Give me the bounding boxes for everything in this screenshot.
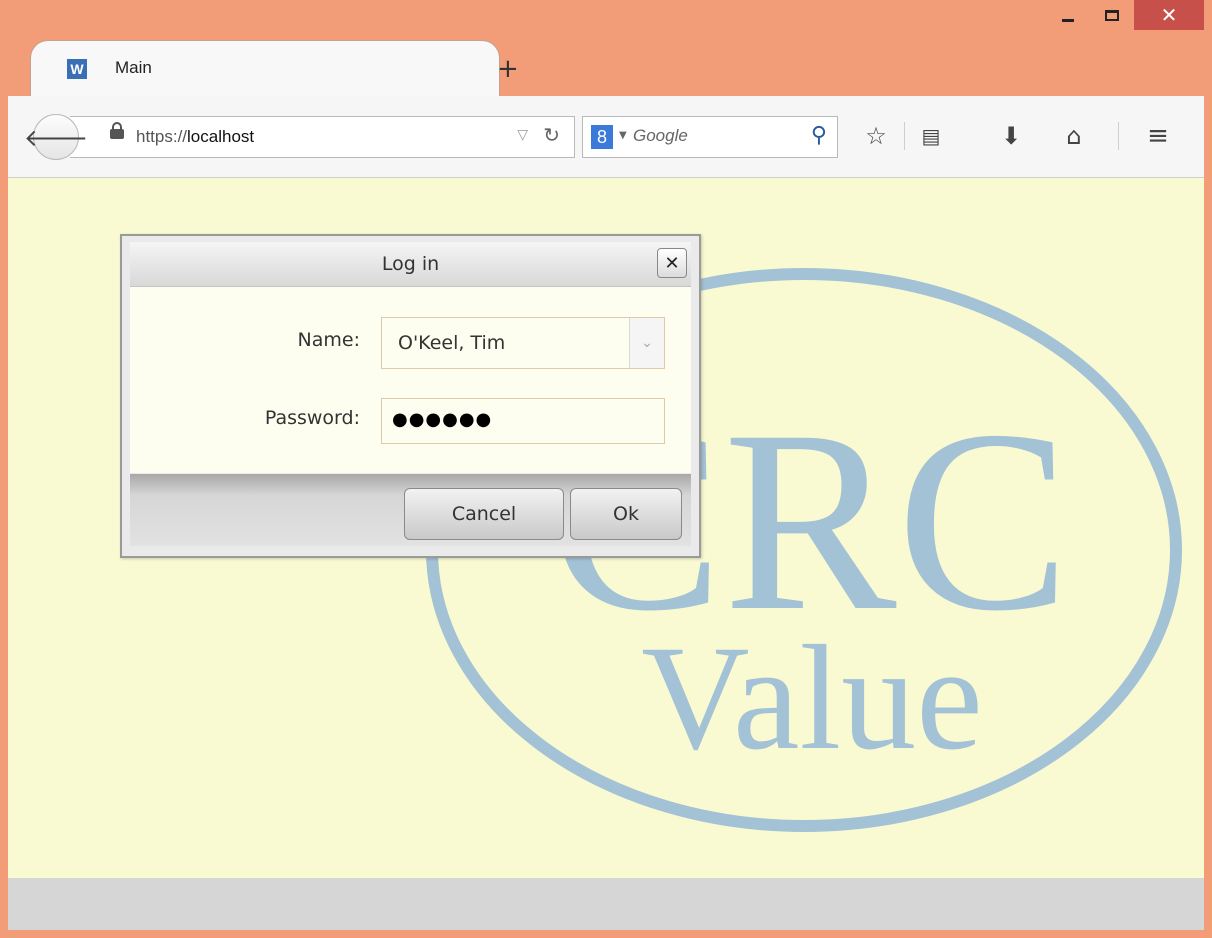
- logo-value-text: Value: [641, 615, 983, 781]
- search-icon[interactable]: ⚲: [811, 123, 827, 148]
- reload-icon[interactable]: ↻: [543, 123, 560, 147]
- dialog-title-bar[interactable]: Log in ✕: [130, 242, 691, 287]
- minimize-button[interactable]: [1046, 0, 1090, 30]
- cancel-button[interactable]: Cancel: [404, 488, 564, 540]
- url-bar[interactable]: https://localhost ▽ ↻: [70, 116, 575, 158]
- window-controls: ✕: [1046, 0, 1204, 32]
- chevron-down-icon[interactable]: ⌄: [629, 318, 664, 368]
- close-icon: ✕: [664, 252, 680, 274]
- password-field[interactable]: ●●●●●●: [381, 398, 665, 444]
- url-text: https://localhost: [136, 127, 255, 146]
- home-icon[interactable]: ⌂: [1056, 116, 1092, 156]
- dialog-footer: Cancel Ok: [130, 474, 691, 546]
- dialog-title: Log in: [381, 253, 440, 275]
- search-bar[interactable]: 8 ▼ ⚲: [582, 116, 838, 158]
- favicon-icon: W: [67, 59, 87, 79]
- maximize-button[interactable]: [1090, 0, 1134, 30]
- password-label: Password:: [264, 407, 360, 429]
- status-bar: [8, 878, 1204, 930]
- toolbar-divider: [904, 122, 905, 150]
- minimize-icon: [1062, 18, 1074, 22]
- ok-button[interactable]: Ok: [570, 488, 682, 540]
- name-value: O'Keel, Tim: [398, 332, 506, 354]
- login-dialog: Log in ✕ Name: O'Keel, Tim ⌄ Password: ●…: [120, 234, 701, 558]
- download-icon[interactable]: ⬇: [993, 116, 1029, 156]
- menu-icon[interactable]: ≡: [1140, 116, 1176, 156]
- close-icon: ✕: [1160, 3, 1178, 27]
- name-label: Name:: [297, 329, 360, 351]
- browser-window: ✕ W Main + 🡐 https://localhost ▽ ↻ 8 ▼ ⚲…: [0, 0, 1212, 938]
- new-tab-button[interactable]: +: [497, 56, 519, 82]
- tab-main[interactable]: W Main: [30, 40, 500, 98]
- google-icon[interactable]: 8: [591, 125, 613, 149]
- maximize-icon: [1105, 9, 1119, 21]
- bookmark-star-icon[interactable]: ☆: [858, 116, 894, 156]
- tab-title: Main: [115, 58, 152, 77]
- navigation-toolbar: 🡐 https://localhost ▽ ↻ 8 ▼ ⚲ ☆ ▤ ⬇ ⌂ ≡: [8, 96, 1204, 178]
- dropdown-triangle-icon[interactable]: ▽: [517, 127, 528, 143]
- back-button[interactable]: 🡐: [24, 114, 88, 160]
- search-input[interactable]: [633, 126, 793, 146]
- password-value: ●●●●●●: [392, 409, 493, 430]
- close-window-button[interactable]: ✕: [1134, 0, 1204, 30]
- name-select[interactable]: O'Keel, Tim ⌄: [381, 317, 665, 369]
- lock-icon: [110, 122, 124, 139]
- back-arrow-icon: 🡐: [23, 123, 89, 152]
- search-engine-dropdown-icon[interactable]: ▼: [619, 130, 627, 141]
- dialog-body: Name: O'Keel, Tim ⌄ Password: ●●●●●●: [130, 287, 691, 473]
- reading-list-icon[interactable]: ▤: [913, 116, 949, 156]
- dialog-close-button[interactable]: ✕: [657, 248, 687, 278]
- toolbar-divider: [1118, 122, 1119, 150]
